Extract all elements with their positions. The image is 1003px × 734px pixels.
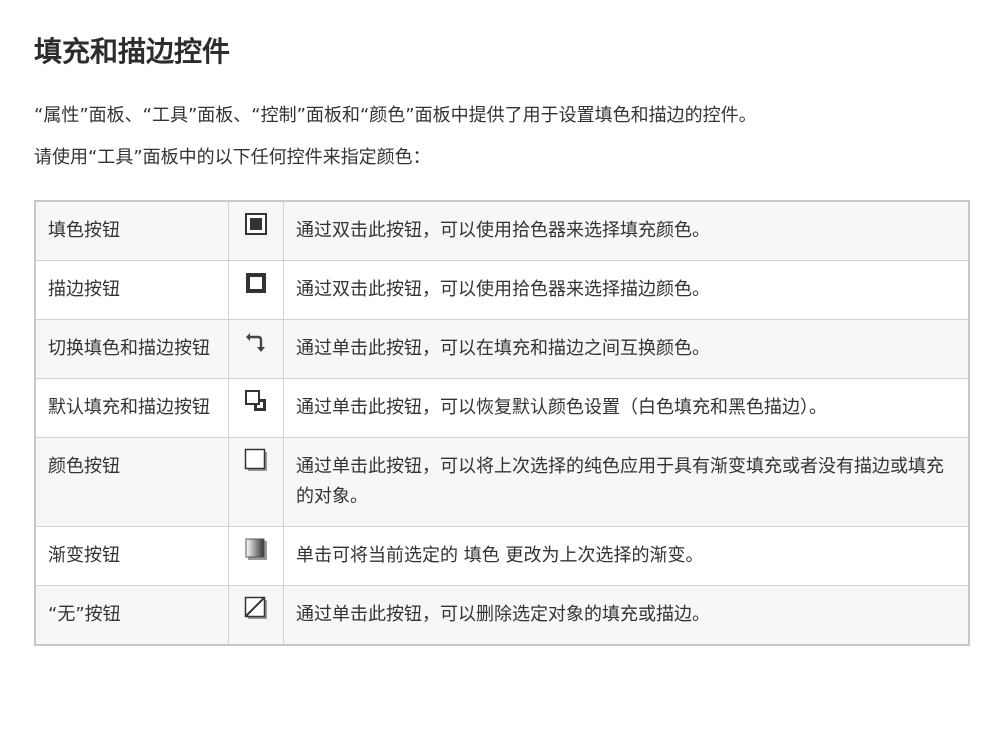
- instruction-paragraph: 请使用“工具”面板中的以下任何控件来指定颜色：: [34, 147, 431, 168]
- controls-table: 填色按钮 通过双击此按钮，可以使用拾色器来选择填充颜色。 描边按钮 通过双击此按…: [34, 200, 970, 646]
- control-description: 通过单击此按钮，可以将上次选择的纯色应用于具有渐变填充或者没有描边或填充的对象。: [283, 437, 970, 527]
- table-row: 颜色按钮 通过单击此按钮，可以将上次选择的纯色应用于具有渐变填充或者没有描边或填…: [34, 437, 970, 527]
- table-row: 描边按钮 通过双击此按钮，可以使用拾色器来选择描边颜色。: [34, 260, 970, 320]
- none-icon: [244, 596, 268, 620]
- swap-icon: [244, 330, 268, 354]
- control-description: 通过单击此按钮，可以在填充和描边之间互换颜色。: [283, 319, 970, 379]
- control-name: “无”按钮: [34, 585, 229, 646]
- table-row: 切换填色和描边按钮 通过单击此按钮，可以在填充和描边之间互换颜色。: [34, 319, 970, 379]
- control-name: 默认填充和描边按钮: [34, 378, 229, 438]
- control-name: 填色按钮: [34, 200, 229, 261]
- stroke-icon: [244, 271, 268, 295]
- control-name: 描边按钮: [34, 260, 229, 320]
- fill-icon: [244, 212, 268, 236]
- intro-paragraph: “属性”面板、“工具”面板、“控制”面板和“颜色”面板中提供了用于设置填色和描边…: [34, 105, 757, 126]
- control-description: 通过双击此按钮，可以使用拾色器来选择填充颜色。: [283, 200, 970, 261]
- article: 填充和描边控件 “属性”面板、“工具”面板、“控制”面板和“颜色”面板中提供了用…: [0, 0, 1003, 646]
- table-row: 填色按钮 通过双击此按钮，可以使用拾色器来选择填充颜色。: [34, 200, 970, 261]
- control-description: 通过单击此按钮，可以恢复默认颜色设置（白色填充和黑色描边）。: [283, 378, 970, 438]
- control-description: 单击可将当前选定的 填色 更改为上次选择的渐变。: [283, 526, 970, 586]
- gradient-icon: [244, 537, 268, 561]
- page-title: 填充和描边控件: [34, 35, 231, 68]
- control-name: 切换填色和描边按钮: [34, 319, 229, 379]
- default-fill-stroke-icon: [244, 389, 268, 413]
- control-description: 通过单击此按钮，可以删除选定对象的填充或描边。: [283, 585, 970, 646]
- control-description: 通过双击此按钮，可以使用拾色器来选择描边颜色。: [283, 260, 970, 320]
- control-name: 渐变按钮: [34, 526, 229, 586]
- table-row: 渐变按钮 单击可将当前选定的 填色 更改为上次选择的渐变。: [34, 526, 970, 586]
- table-row: 默认填充和描边按钮 通过单击此按钮，可以恢复默认颜色设置（白色填充和黑色描边）。: [34, 378, 970, 438]
- color-icon: [244, 448, 268, 472]
- control-name: 颜色按钮: [34, 437, 229, 527]
- table-row: “无”按钮 通过单击此按钮，可以删除选定对象的填充或描边。: [34, 585, 970, 646]
